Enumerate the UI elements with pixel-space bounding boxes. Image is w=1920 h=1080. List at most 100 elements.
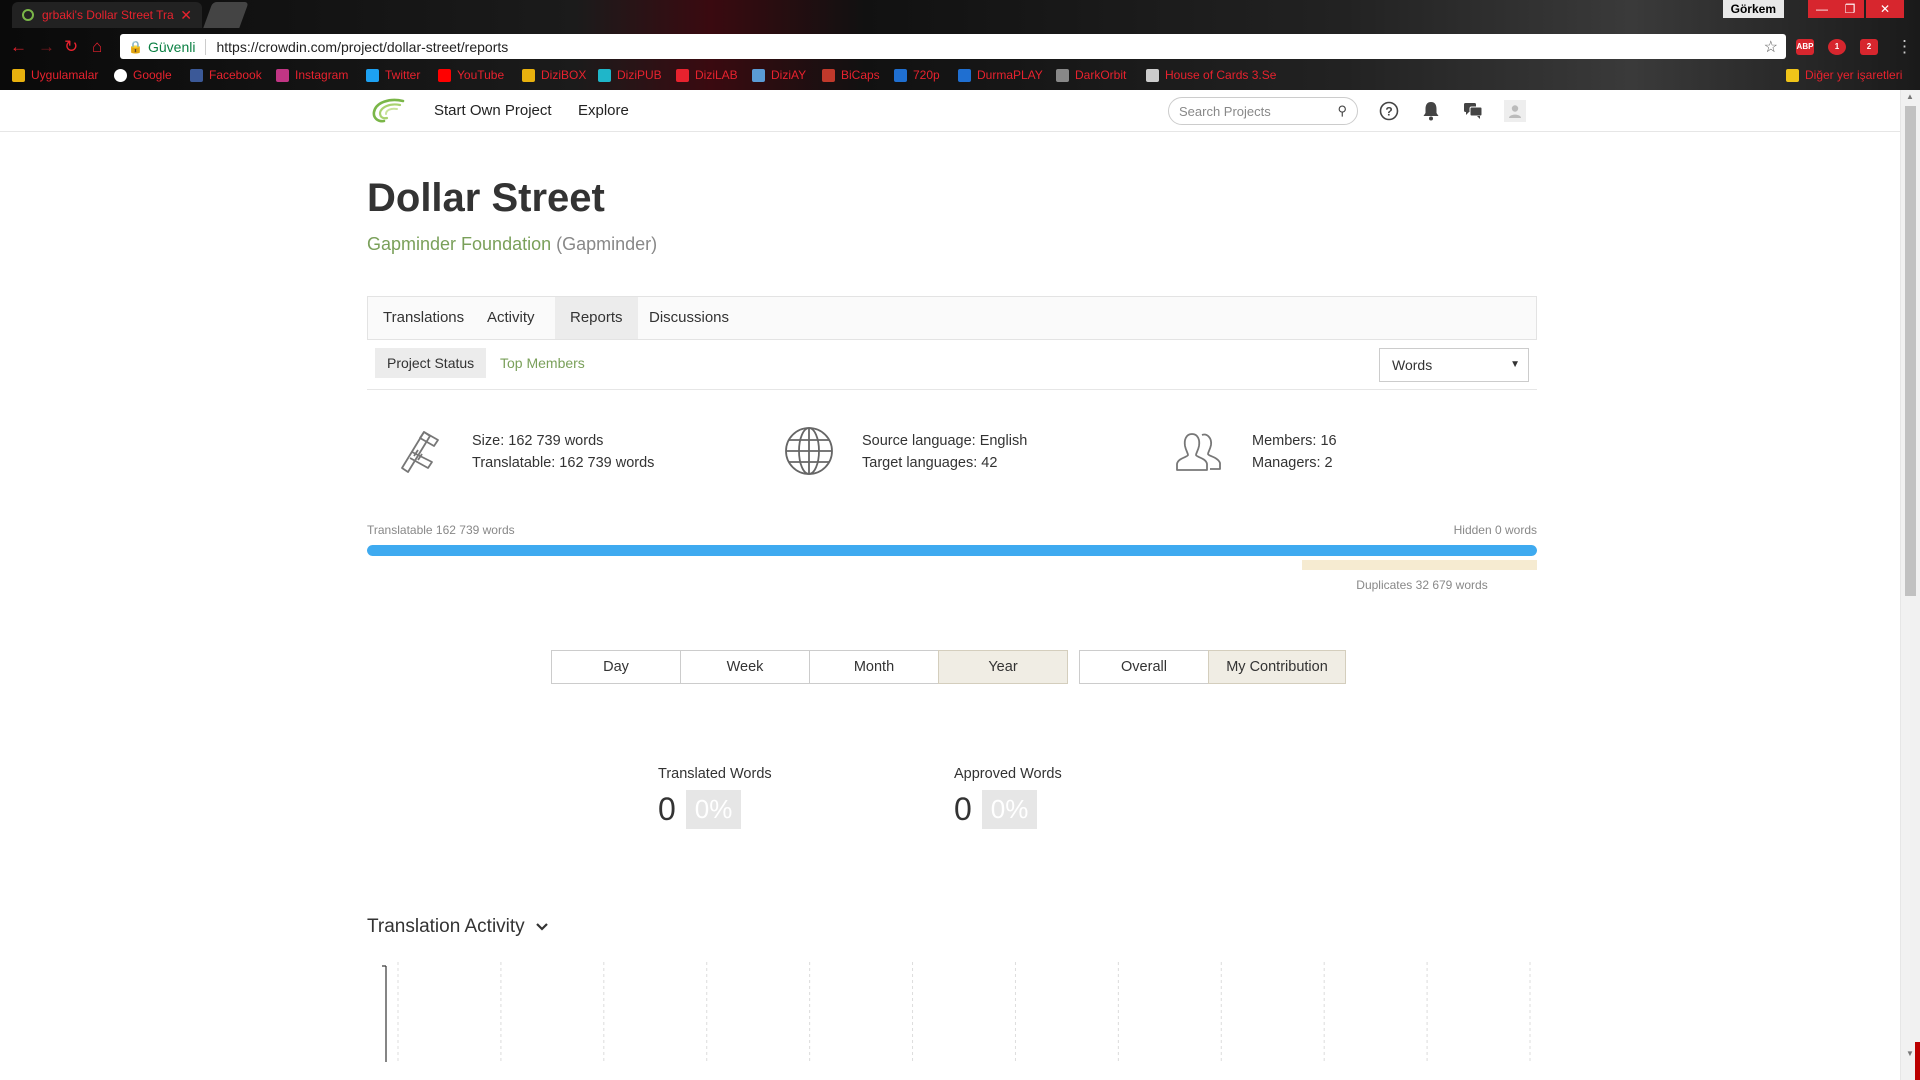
tab-close-icon[interactable]: ✕	[180, 7, 192, 24]
dizilab-icon	[676, 68, 689, 82]
bookmark-diziay[interactable]: DiziAY	[752, 68, 806, 82]
translated-words-value: 0	[658, 791, 676, 827]
restore-icon[interactable]: ❐	[1836, 0, 1864, 18]
scroll-down-icon[interactable]: ▼	[1906, 1049, 1914, 1058]
duplicates-label: Duplicates 32 679 words	[1356, 578, 1488, 592]
window-user-badge[interactable]: Görkem	[1722, 0, 1784, 18]
help-icon[interactable]: ?	[1378, 100, 1400, 122]
address-bar[interactable]: 🔒 Güvenli https://crowdin.com/project/do…	[120, 34, 1786, 59]
forward-arrow-icon[interactable]: →	[38, 38, 55, 56]
bookmark-apps[interactable]: Uygulamalar	[12, 68, 98, 82]
duplicates-bar-fill	[1302, 560, 1537, 570]
bookmark-instagram[interactable]: Instagram	[276, 68, 348, 82]
scrollbar-thumb[interactable]	[1905, 106, 1916, 596]
members-stat: Members: 16 Managers: 2	[1174, 430, 1337, 476]
url-text[interactable]: https://crowdin.com/project/dollar-stree…	[216, 39, 508, 55]
managers-text: Managers: 2	[1252, 455, 1333, 471]
crowdin-logo-icon[interactable]	[370, 98, 406, 124]
facebook-icon	[190, 68, 203, 82]
new-tab-button[interactable]	[203, 2, 249, 28]
translatable-progress-bar	[367, 545, 1537, 556]
target-languages-text: Target languages: 42	[862, 455, 998, 471]
darkorbit-icon	[1056, 68, 1069, 82]
back-arrow-icon[interactable]: ←	[10, 38, 27, 56]
youtube-icon	[438, 68, 451, 82]
period-month-button[interactable]: Month	[809, 650, 939, 684]
search-input[interactable]	[1179, 103, 1329, 119]
page-icon	[1146, 68, 1159, 82]
project-title: Dollar Street	[367, 176, 605, 220]
translated-words-metric: Translated Words 0 0%	[658, 766, 772, 829]
opera-extension-icon[interactable]: 1	[1828, 39, 1846, 55]
bookmark-darkorbit[interactable]: DarkOrbit	[1056, 68, 1126, 82]
members-stat-lines: Members: 16 Managers: 2	[1252, 430, 1337, 474]
scroll-up-icon[interactable]: ▲	[1906, 92, 1914, 101]
unit-select[interactable]: Words ▼	[1379, 348, 1529, 382]
subtab-project-status[interactable]: Project Status	[375, 348, 487, 378]
period-selector: Day Week Month Year	[551, 650, 1068, 684]
messages-icon[interactable]	[1462, 100, 1484, 122]
period-week-button[interactable]: Week	[680, 650, 810, 684]
bookmark-youtube[interactable]: YouTube	[438, 68, 504, 82]
translation-activity-title: Translation Activity	[367, 916, 525, 937]
scope-overall-button[interactable]: Overall	[1079, 650, 1209, 684]
organization-link[interactable]: Gapminder Foundation	[367, 234, 551, 254]
bicaps-icon	[822, 68, 835, 82]
adblock-extension-icon[interactable]: ABP	[1796, 39, 1814, 55]
chevron-down-icon	[535, 919, 549, 935]
lock-icon: 🔒	[128, 39, 143, 54]
bookmark-twitter[interactable]: Twitter	[366, 68, 420, 82]
hidden-words-label: Hidden 0 words	[1453, 523, 1537, 537]
page-scrollbar[interactable]: ▲ ▼	[1900, 90, 1920, 1080]
reload-icon[interactable]: ↻	[64, 38, 78, 56]
bookmarks-bar: Uygulamalar Google Facebook Instagram Tw…	[0, 64, 1920, 88]
bookmark-other[interactable]: Diğer yer işaretleri	[1786, 68, 1902, 82]
browser-tab-active[interactable]: grbaki's Dollar Street Tra ✕	[12, 2, 202, 28]
diziay-icon	[752, 68, 765, 82]
bookmark-dizipub[interactable]: DiziPUB	[598, 68, 662, 82]
bookmark-house-of-cards[interactable]: House of Cards 3.Se	[1146, 68, 1276, 82]
tab-reports[interactable]: Reports	[555, 297, 638, 339]
top-navigation: Start Own Project Explore ⚲ ?	[0, 90, 1900, 132]
browser-chrome: grbaki's Dollar Street Tra ✕ Görkem — ❐ …	[0, 0, 1920, 90]
translation-activity-toggle[interactable]: Translation Activity	[367, 916, 549, 938]
minimize-icon[interactable]: —	[1808, 0, 1836, 18]
approved-words-label: Approved Words	[954, 766, 1062, 782]
user-avatar-icon[interactable]	[1504, 100, 1526, 122]
tab-translations[interactable]: Translations	[368, 297, 479, 339]
tab-discussions[interactable]: Discussions	[634, 297, 744, 339]
period-year-button[interactable]: Year	[938, 650, 1068, 684]
bookmark-dizibox[interactable]: DiziBOX	[522, 68, 586, 82]
translation-activity-chart	[382, 962, 1531, 1062]
dizibox-icon	[522, 68, 535, 82]
bookmark-dizilab[interactable]: DiziLAB	[676, 68, 738, 82]
project-organization: Gapminder Foundation (Gapminder)	[367, 234, 657, 255]
start-own-project-link[interactable]: Start Own Project	[434, 102, 552, 119]
crowdin-favicon-icon	[22, 9, 34, 21]
browser-toolbar: ← → ↻ ⌂ 🔒 Güvenli https://crowdin.com/pr…	[0, 32, 1920, 62]
tab-activity[interactable]: Activity	[472, 297, 550, 339]
twitter-icon	[366, 68, 379, 82]
period-day-button[interactable]: Day	[551, 650, 681, 684]
secure-label: Güvenli	[148, 38, 196, 55]
subtab-top-members[interactable]: Top Members	[488, 348, 597, 378]
close-window-icon[interactable]: ✕	[1866, 0, 1904, 18]
size-stat-lines: Size: 162 739 words Translatable: 162 73…	[472, 430, 654, 474]
bell-icon[interactable]	[1420, 100, 1442, 122]
home-icon[interactable]: ⌂	[92, 38, 102, 56]
bookmark-star-icon[interactable]: ☆	[1764, 37, 1778, 57]
scope-my-contribution-button[interactable]: My Contribution	[1208, 650, 1346, 684]
explore-link[interactable]: Explore	[578, 102, 629, 119]
bookmark-bicaps[interactable]: BiCaps	[822, 68, 880, 82]
size-stat: Size: 162 739 words Translatable: 162 73…	[394, 430, 654, 476]
bookmark-durmaplay[interactable]: DurmaPLAY	[958, 68, 1043, 82]
hd-icon	[894, 68, 907, 82]
browser-menu-icon[interactable]: ⋮	[1896, 38, 1913, 56]
mail-extension-icon[interactable]: 2	[1860, 39, 1878, 55]
search-icon[interactable]: ⚲	[1337, 103, 1347, 119]
bookmark-720p[interactable]: 720p	[894, 68, 940, 82]
bookmark-facebook[interactable]: Facebook	[190, 68, 262, 82]
language-stat: Source language: English Target language…	[784, 427, 1027, 476]
bookmark-google[interactable]: Google	[114, 68, 172, 82]
durmaplay-icon	[958, 68, 971, 82]
